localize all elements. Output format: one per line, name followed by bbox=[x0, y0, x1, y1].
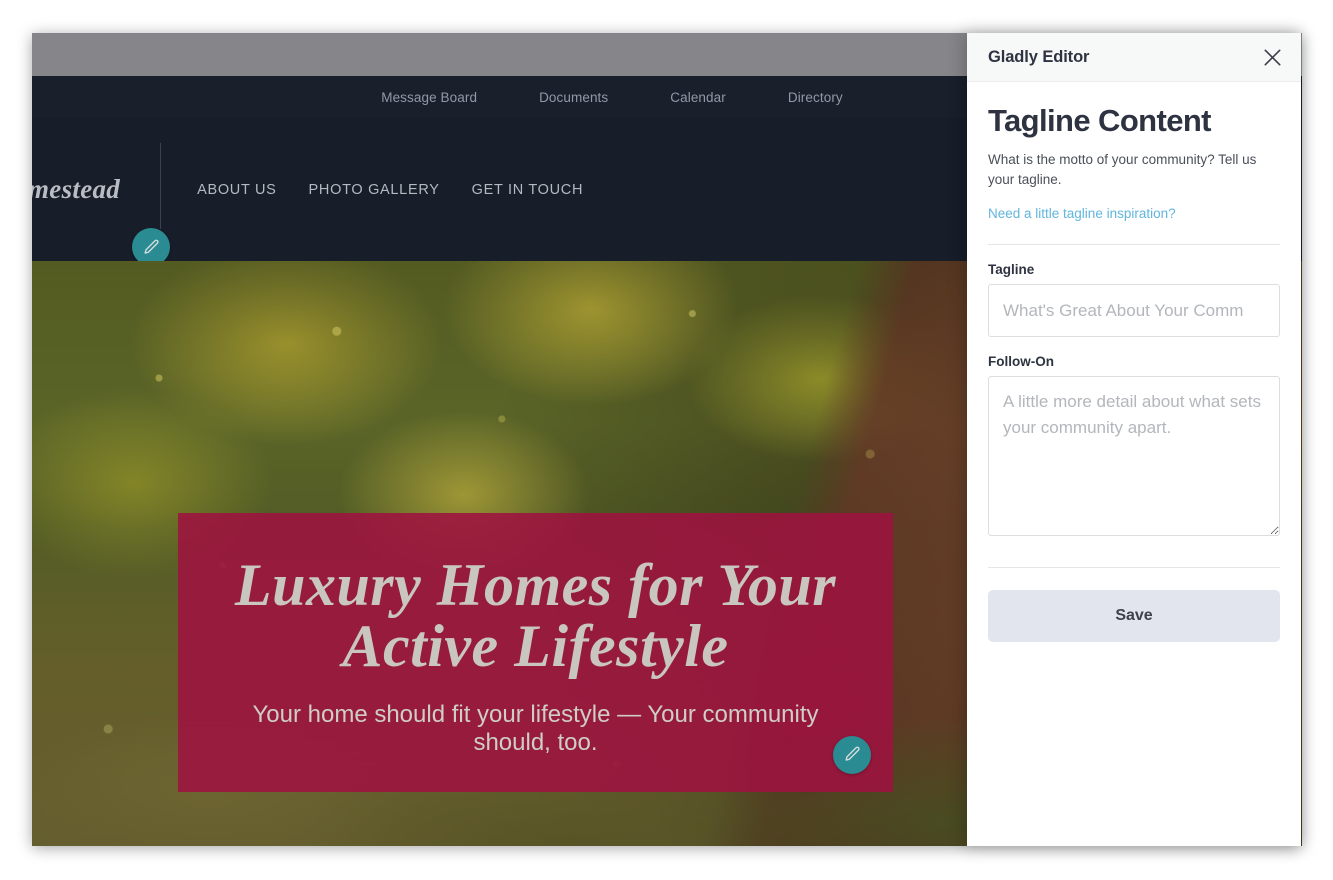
follow-on-field-group: Follow-On bbox=[988, 354, 1280, 541]
follow-on-field-label: Follow-On bbox=[988, 354, 1054, 370]
pencil-icon bbox=[142, 238, 161, 257]
tagline-field-label: Tagline bbox=[988, 262, 1035, 278]
section-title: Tagline Content bbox=[988, 103, 1212, 138]
main-nav-item-get-in-touch[interactable]: GET IN TOUCH bbox=[472, 182, 584, 198]
hero-follow-on-text: Your home should fit your lifestyle — Yo… bbox=[252, 701, 819, 757]
utility-nav-item-documents[interactable]: Documents bbox=[539, 90, 608, 105]
hero-tagline-block: Luxury Homes for Your Active Lifestyle Y… bbox=[178, 513, 893, 792]
screen-root: Message Board Documents Calendar Directo… bbox=[0, 0, 1333, 880]
main-nav-list: ABOUT US PHOTO GALLERY GET IN TOUCH bbox=[161, 182, 583, 198]
tagline-input[interactable] bbox=[988, 284, 1280, 338]
tagline-inspiration-link[interactable]: Need a little tagline inspiration? bbox=[988, 206, 1176, 221]
tagline-field-group: Tagline bbox=[988, 262, 1280, 338]
main-nav-item-photo-gallery[interactable]: PHOTO GALLERY bbox=[309, 182, 440, 198]
section-description: What is the motto of your community? Tel… bbox=[988, 152, 1257, 187]
edit-tagline-button[interactable] bbox=[833, 735, 871, 774]
hero-tagline-heading: Luxury Homes for Your Active Lifestyle bbox=[234, 552, 837, 680]
close-icon[interactable] bbox=[1257, 42, 1287, 72]
pencil-icon bbox=[843, 745, 862, 764]
follow-on-textarea[interactable] bbox=[988, 376, 1280, 537]
panel-title: Gladly Editor bbox=[988, 47, 1090, 66]
site-logo[interactable]: mestead bbox=[32, 174, 120, 205]
utility-nav-item-calendar[interactable]: Calendar bbox=[670, 90, 726, 105]
utility-nav-list: Message Board Documents Calendar Directo… bbox=[381, 90, 843, 105]
save-button[interactable]: Save bbox=[988, 590, 1280, 643]
utility-nav-item-message-board[interactable]: Message Board bbox=[381, 90, 477, 105]
utility-nav-item-directory[interactable]: Directory bbox=[788, 90, 843, 105]
panel-header: Gladly Editor bbox=[967, 33, 1301, 82]
panel-divider-top bbox=[988, 244, 1280, 246]
main-nav-item-about-us[interactable]: ABOUT US bbox=[197, 182, 276, 198]
panel-body: Tagline Content What is the motto of you… bbox=[967, 82, 1301, 846]
panel-divider-bottom bbox=[988, 567, 1280, 569]
nav-divider bbox=[160, 142, 162, 229]
gladly-editor-panel: Gladly Editor Tagline Content What is th… bbox=[967, 33, 1301, 846]
